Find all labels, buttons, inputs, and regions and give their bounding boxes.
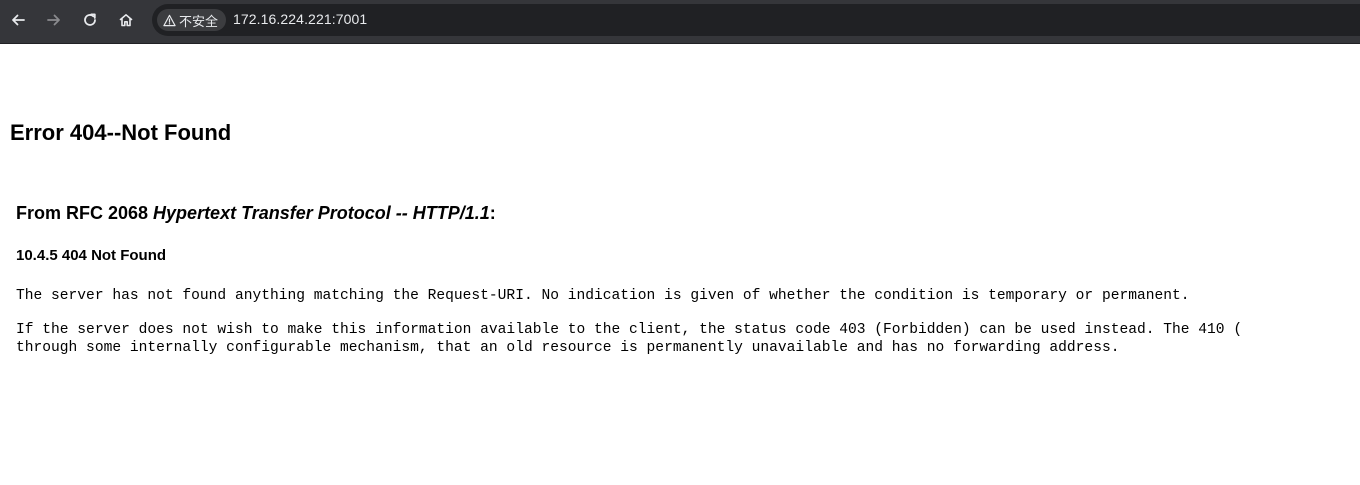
rfc-title: Hypertext Transfer Protocol -- HTTP/1.1 [153,203,490,223]
forward-button[interactable] [40,6,68,34]
back-button[interactable] [4,6,32,34]
warning-triangle-icon [163,14,176,27]
reload-icon [82,12,98,28]
paragraph-2: If the server does not wish to make this… [16,321,1242,357]
paragraph-1: The server has not found anything matchi… [16,288,1190,304]
page-title: Error 404--Not Found [10,120,232,145]
browser-toolbar: 不安全 172.16.224.221:7001 [0,0,1360,44]
page-content: Error 404--Not Found From RFC 2068 Hyper… [0,44,1360,485]
home-button[interactable] [112,6,140,34]
home-icon [118,12,134,28]
rfc-heading: From RFC 2068 Hypertext Transfer Protoco… [16,203,496,224]
reload-button[interactable] [76,6,104,34]
security-label: 不安全 [179,14,219,30]
section-heading: 10.4.5 404 Not Found [16,247,167,264]
address-bar[interactable]: 不安全 172.16.224.221:7001 [152,4,1360,36]
paragraph-2-line-1: If the server does not wish to make this… [16,322,1243,338]
arrow-right-icon [46,12,62,28]
paragraph-2-line-2: through some internally configurable mec… [16,340,1120,356]
security-indicator[interactable]: 不安全 [157,9,227,31]
rfc-suffix: : [489,203,496,223]
arrow-left-icon [10,12,26,28]
url-text[interactable]: 172.16.224.221:7001 [233,11,367,27]
rfc-prefix: From RFC 2068 [16,203,154,223]
